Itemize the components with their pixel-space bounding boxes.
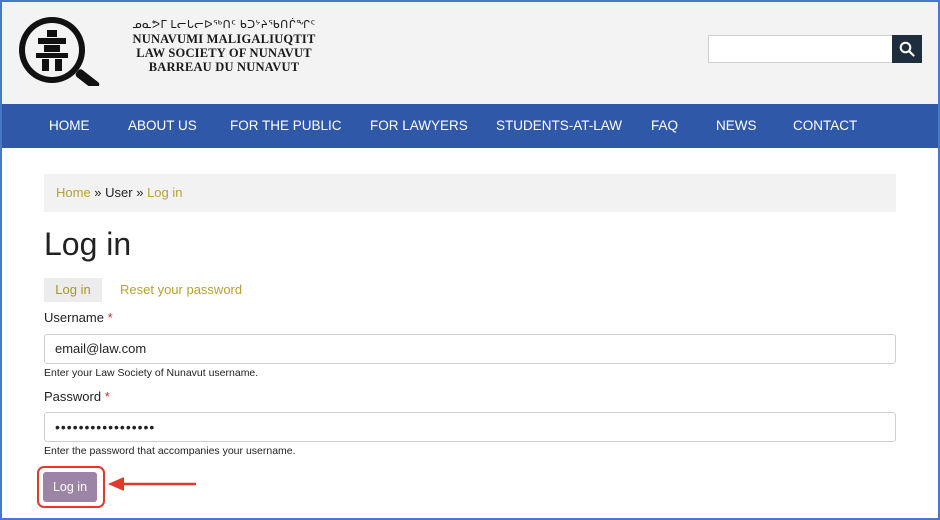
nav-item-news[interactable]: NEWS [716,104,757,148]
brand-wordmark[interactable]: ᓄᓇᕗᒥ ᒪᓕᒐᓕᐅᖅᑎᑦ ᑲᑐᔾᔨᖃᑎᒌᖏᑦ NUNAVUMI MALIGAL… [114,18,334,74]
search-button[interactable] [892,35,922,63]
required-marker: * [107,310,113,325]
breadcrumb: Home » User » Log in [44,174,896,212]
brand-line-2: LAW SOCIETY OF NUNAVUT [136,46,312,60]
breadcrumb-login-link[interactable]: Log in [147,185,182,200]
annotation-arrow-icon [108,477,196,491]
breadcrumb-separator: » [90,185,106,200]
password-label-text: Password [44,389,102,404]
nav-item-home[interactable]: HOME [49,104,90,148]
breadcrumb-home-link[interactable]: Home [56,185,91,200]
password-help: Enter the password that accompanies your… [44,445,296,457]
brand-line-3: BARREAU DU NUNAVUT [148,60,300,74]
page-title: Log in [44,226,132,262]
breadcrumb-user: User [105,185,133,200]
inukshuk-magnifier-icon[interactable] [18,14,114,86]
nav-item-students-at-law[interactable]: STUDENTS-AT-LAW [496,104,622,148]
required-marker: * [104,389,110,404]
nav-item-for-the-public[interactable]: FOR THE PUBLIC [230,104,342,148]
search-input[interactable] [708,35,892,63]
brand-line-1: NUNAVUMI MALIGALIUQTIT [132,32,316,46]
tab-log-in[interactable]: Log in [44,278,102,302]
site-header: ᓄᓇᕗᒥ ᒪᓕᒐᓕᐅᖅᑎᑦ ᑲᑐᔾᔨᖃᑎᒌᖏᑦ NUNAVUMI MALIGAL… [2,2,938,104]
nav-item-for-lawyers[interactable]: FOR LAWYERS [370,104,468,148]
username-help: Enter your Law Society of Nunavut userna… [44,367,259,379]
password-field[interactable]: ••••••••••••••••• [44,412,896,442]
search-icon [899,41,915,57]
nav-item-faq[interactable]: FAQ [651,104,678,148]
username-label-text: Username [44,310,104,325]
breadcrumb-separator: » [132,185,148,200]
nav-item-about-us[interactable]: ABOUT US [128,104,197,148]
main-nav: HOME ABOUT US FOR THE PUBLIC FOR LAWYERS… [2,104,938,148]
main-content: Home » User » Log in Log in Log in Reset… [16,148,922,518]
nav-item-contact[interactable]: CONTACT [793,104,857,148]
username-label: Username * [44,310,113,325]
password-label: Password * [44,389,110,404]
username-field[interactable]: email@law.com [44,334,896,364]
login-submit-button[interactable]: Log in [43,472,97,502]
tab-reset-password[interactable]: Reset your password [120,278,242,302]
brand-syllabics: ᓄᓇᕗᒥ ᒪᓕᒐᓕᐅᖅᑎᑦ ᑲᑐᔾᔨᖃᑎᒌᖏᑦ [132,19,316,31]
